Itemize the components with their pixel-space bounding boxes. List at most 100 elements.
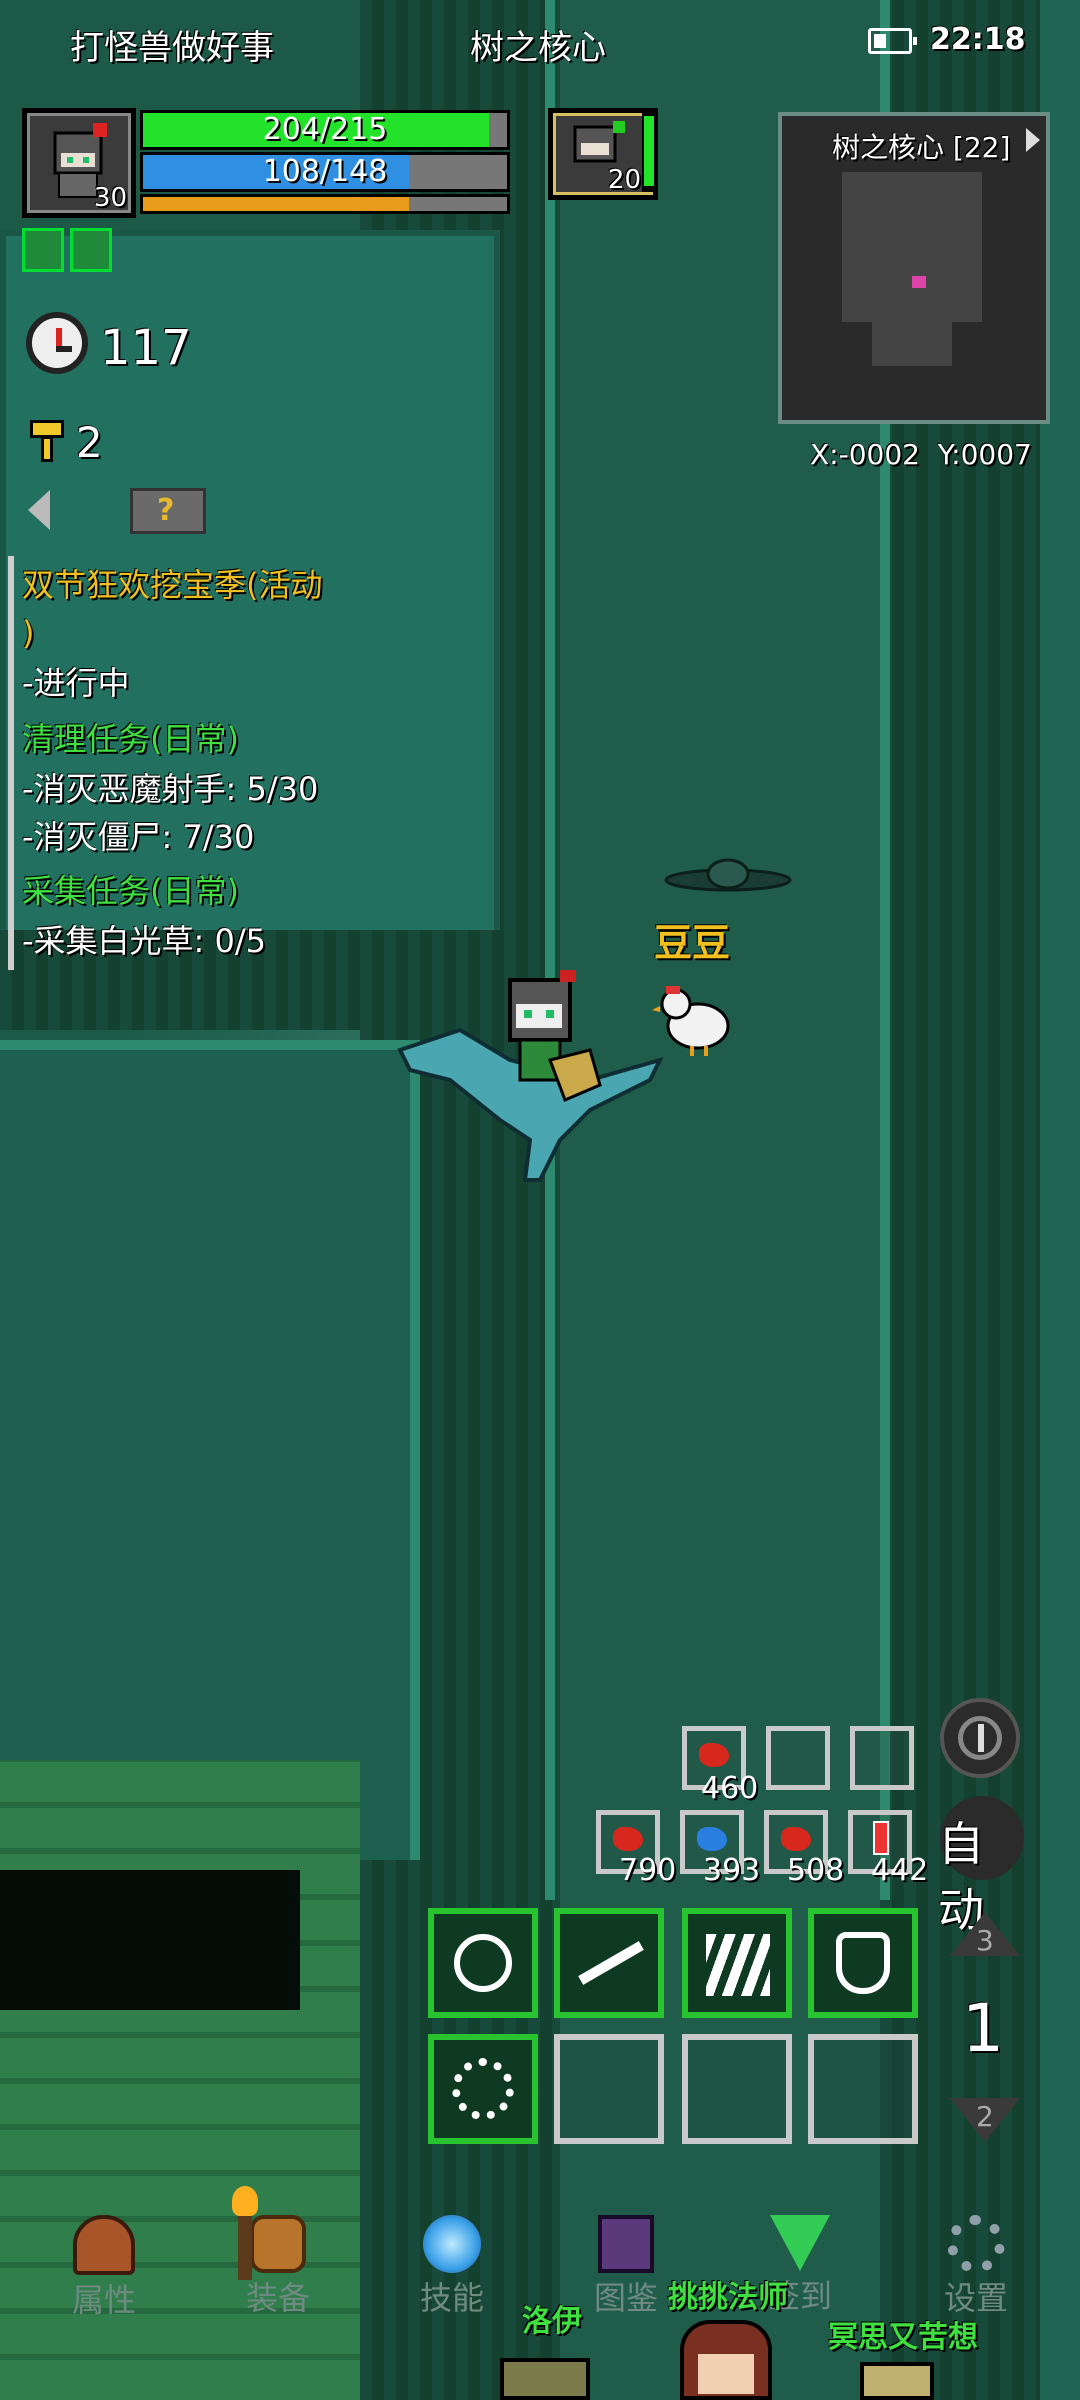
meat-icon [781,1827,811,1851]
minimap-title: 树之核心 [22] [832,131,1011,164]
hp-bar: 204/215 [140,110,510,150]
npc-name-2[interactable]: 挑挑法师 [668,2272,788,2316]
pet-name-label: 豆豆 [654,921,731,965]
npc-sprite-2[interactable] [680,2320,772,2400]
back-arrow-icon[interactable] [28,490,50,530]
meat-icon [613,1827,643,1851]
npc-sprite-3[interactable] [860,2362,934,2400]
red-potion-icon [873,1821,889,1855]
meat-icon [699,1743,729,1767]
npc-sprite-1[interactable] [500,2358,590,2400]
alarm-clock-icon [26,312,88,374]
quest-daily2-line1: -采集白光草: 0/5 [22,922,267,960]
page-up-button[interactable]: 3 [950,1912,1020,1960]
quickslot-top-1-count: 460 [701,1771,759,1806]
quest-daily2-title[interactable]: 采集任务(日常) [22,868,239,914]
status-bar: 打怪兽做好事 树之核心 22:18 [0,0,1080,80]
quest-event-title[interactable]: 双节狂欢挖宝季(活动 [22,562,323,608]
help-button[interactable]: ? [130,488,206,534]
gear-icon [947,2215,1005,2273]
quickslot-3-count: 508 [787,1853,845,1888]
book-icon [598,2215,654,2273]
gem-icon [770,2215,830,2271]
page-down-label: 2 [976,2100,994,2133]
quickslot-3[interactable]: 508 [764,1810,844,1888]
game-stage[interactable]: 打怪兽做好事 树之核心 22:18 30 204/215 108/148 20 … [0,0,1080,2400]
xp-fill [143,197,409,211]
quickslot-1-count: 790 [619,1853,677,1888]
page-current: 1 [962,1990,1004,2067]
skill-slot-7[interactable] [682,2034,792,2144]
help-icon: ? [157,493,175,528]
mp-bar: 108/148 [140,152,510,192]
skill-claw-icon [706,1934,770,1996]
skill-slot-4[interactable] [808,1908,918,2018]
status-left-title: 打怪兽做好事 [70,28,274,68]
quickslot-2[interactable]: 393 [680,1810,760,1888]
minimap-coords: X:-0002 Y:0007 [810,438,1032,471]
xp-bar [140,194,510,214]
refresh-button[interactable] [940,1698,1020,1778]
quickslot-4-count: 442 [871,1853,929,1888]
pet-level: 20 [607,165,641,195]
quest-daily1-line1: -消灭恶魔射手: 5/30 [22,770,319,808]
quest-log[interactable]: 双节狂欢挖宝季(活动 ) -进行中 清理任务(日常) -消灭恶魔射手: 5/30… [0,556,400,976]
quickslot-1[interactable]: 790 [596,1810,676,1888]
buff-shield-icon[interactable] [22,228,64,272]
status-center-title: 树之核心 [470,28,606,68]
blue-potion-icon [697,1827,727,1851]
quest-event-status: -进行中 [22,664,130,702]
nav-equipment[interactable]: 装备 [218,2215,338,2319]
player-character[interactable] [390,970,690,1210]
quickslot-top-1[interactable]: 460 [682,1726,758,1806]
page-down-button[interactable]: 2 [950,2098,1020,2146]
buff-icons[interactable] [22,228,118,276]
nav-skills-label: 技能 [419,2279,484,2317]
skill-shield-icon [836,1932,890,1994]
nav-attributes[interactable]: 属性 [44,2215,164,2321]
quest-daily1-line2: -消灭僵尸: 7/30 [22,818,255,856]
npc-name-1[interactable]: 洛伊 [522,2296,582,2340]
quickslot-top-3[interactable] [850,1726,914,1790]
status-time: 22:18 [930,22,1026,57]
rail-1 [545,0,555,1900]
skill-slot-2[interactable] [554,1908,664,2018]
skill-slot-6[interactable] [554,2034,664,2144]
hp-text: 204/215 [262,112,388,147]
nav-skills[interactable]: 技能 [392,2215,512,2319]
skill-gear-icon [452,2058,514,2120]
timer-value: 117 [100,320,192,376]
torch [232,2186,258,2280]
buff-leaf-icon[interactable] [70,228,112,272]
quest-event-title-cont: ) [22,614,35,652]
room-lower-left [0,1040,420,1860]
quest-daily1-title[interactable]: 清理任务(日常) [22,716,239,762]
helmet-icon [73,2215,135,2275]
keys-count: 2 [76,418,103,467]
auto-button[interactable]: 自动 [938,1796,1024,1937]
skill-slot-8[interactable] [808,2034,918,2144]
minimap-corridor [872,316,952,366]
skill-slot-5[interactable] [428,2034,538,2144]
rail-3 [0,1040,420,1050]
key-icon [30,420,64,464]
nav-settings[interactable]: 设置 [916,2215,1036,2319]
skill-burst-icon [454,1934,512,1992]
minimap-expand-icon[interactable] [1026,128,1040,152]
orb-icon [423,2215,481,2273]
bag-icon [250,2215,306,2273]
pet-hp-bar [642,110,656,192]
minimap-room [842,172,982,322]
npc-name-3[interactable]: 冥思又苦想 [828,2312,978,2356]
skill-slash-icon [578,1941,644,1985]
quickslot-top-2[interactable] [766,1726,830,1790]
hut-doorway [0,1870,300,2010]
minimap[interactable]: 树之核心 [22] [778,112,1050,424]
quickslot-2-count: 393 [703,1853,761,1888]
skill-slot-3[interactable] [682,1908,792,2018]
enemy-flying[interactable] [658,850,798,910]
quickslot-4[interactable]: 442 [848,1810,928,1888]
player-portrait[interactable]: 30 [22,108,136,218]
mp-text: 108/148 [262,154,388,189]
skill-slot-1[interactable] [428,1908,538,2018]
